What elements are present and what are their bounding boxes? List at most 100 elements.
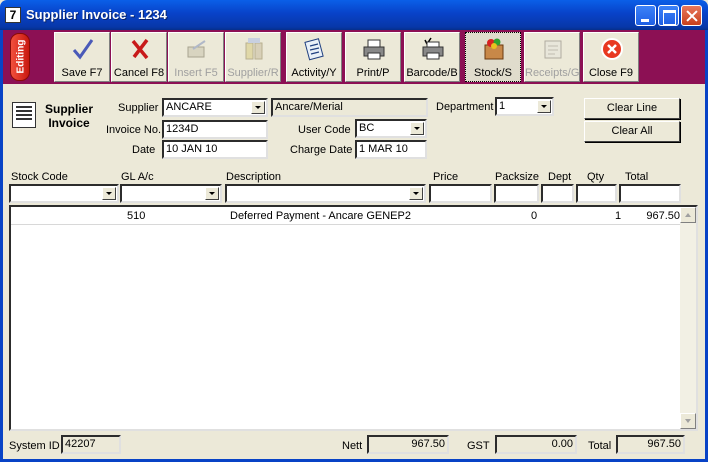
invoice-no-input[interactable]: 1234D [162,120,268,139]
app-icon: 7 [5,7,21,23]
col-stock-code: Stock Code [11,171,68,183]
window-title: Supplier Invoice - 1234 [26,7,167,22]
checkmark-pen-icon [72,39,94,60]
charge-date-value: 1 MAR 10 [359,143,408,155]
scroll-up-icon[interactable] [680,207,696,223]
chevron-down-icon[interactable] [537,100,551,113]
department-label: Department [436,101,494,113]
editing-mode-label: Editing [15,39,27,74]
col-price: Price [433,171,459,183]
supplier-name-value: Ancare/Merial [275,101,343,113]
barcode-button[interactable]: Barcode/B [404,32,460,82]
chevron-down-icon[interactable] [410,122,424,135]
stock-label: Stock/S [474,67,512,79]
user-code-value: BC [359,122,375,134]
receipts-icon [544,40,562,59]
close-circle-icon [601,38,623,60]
user-code-label: User Code [298,124,351,136]
gl-account-entry[interactable] [120,184,222,203]
print-button[interactable]: Print/P [345,32,401,82]
heading-line-2: Invoice [48,116,90,130]
receipts-button[interactable]: Receipts/G [524,32,580,82]
description-entry[interactable] [225,184,426,203]
col-dept: Dept [548,171,572,183]
department-value: 1 [499,100,506,112]
invoice-no-label: Invoice No. [106,124,162,136]
activity-icon [304,38,324,61]
gst-label: GST [467,440,490,452]
date-value: 10 JAN 10 [166,143,218,155]
col-gl-account: GL A/c [121,171,154,183]
charge-date-input[interactable]: 1 MAR 10 [355,140,427,159]
receipts-label: Receipts/G [525,67,580,79]
total-label: Total [588,440,612,452]
supplier-button[interactable]: Supplier/R [225,32,281,82]
supplier-icon [245,38,263,60]
cancel-button[interactable]: Cancel F8 [111,32,167,82]
nett-value: 967.50 [411,438,445,450]
minimize-button[interactable] [635,5,656,26]
system-id-display: 42207 [61,435,121,454]
chevron-down-icon[interactable] [102,187,116,200]
close-form-label: Close F9 [588,67,634,79]
stock-code-entry[interactable] [9,184,119,203]
printer-icon [363,39,385,60]
col-qty: Qty [587,171,605,183]
table-row[interactable]: 510 Deferred Payment - Ancare GENEP2 0 1… [11,209,681,225]
cell-qty: 1 [615,210,622,222]
close-form-button[interactable]: Close F9 [583,32,639,82]
gst-display: 0.00 [495,435,577,454]
scroll-down-icon[interactable] [680,413,696,429]
gst-value: 0.00 [551,438,573,450]
charge-date-label: Charge Date [290,144,353,156]
editing-mode-tab: Editing [10,33,30,81]
stock-icon [484,38,504,60]
total-value: 967.50 [647,438,681,450]
invoice-document-icon [12,102,36,128]
supplier-field-label: Supplier [118,102,159,114]
close-window-button[interactable] [681,5,702,26]
department-select[interactable]: 1 [495,97,554,116]
form-heading: Supplier Invoice [44,102,94,130]
cancel-x-icon [131,38,149,60]
total-entry[interactable] [619,184,681,203]
print-label: Print/P [356,67,390,79]
chevron-down-icon[interactable] [251,101,265,114]
clear-line-button[interactable]: Clear Line [584,98,680,119]
supplier-name-display: Ancare/Merial [271,98,428,117]
nett-label: Nett [342,440,363,452]
clear-all-button[interactable]: Clear All [584,121,680,142]
system-id-label: System ID [9,440,60,452]
insert-icon [187,40,206,58]
stock-button[interactable]: Stock/S [465,32,521,82]
maximize-button[interactable] [658,5,679,26]
title-bar: 7 Supplier Invoice - 1234 [0,0,708,30]
save-button[interactable]: Save F7 [54,32,110,82]
cell-packsize: 0 [531,210,538,222]
date-input[interactable]: 10 JAN 10 [162,140,268,159]
dept-entry[interactable] [541,184,574,203]
col-packsize: Packsize [495,171,540,183]
heading-line-1: Supplier [44,102,93,116]
supplier-value: ANCARE [166,101,212,113]
activity-button[interactable]: Activity/Y [286,32,342,82]
price-entry[interactable] [429,184,492,203]
vertical-scrollbar[interactable] [680,207,696,429]
system-id-value: 42207 [65,438,96,450]
supplier-select[interactable]: ANCARE [162,98,268,117]
user-code-select[interactable]: BC [355,119,427,138]
chevron-down-icon[interactable] [409,187,423,200]
save-label: Save F7 [61,67,103,79]
insert-label: Insert F5 [174,67,218,79]
cell-description: Deferred Payment - Ancare GENEP2 [230,210,411,222]
col-description: Description [226,171,282,183]
nett-display: 967.50 [367,435,449,454]
toolbar: Editing Save F7 Cancel F8 Insert F5 Supp… [3,30,705,84]
cell-total: 967.50 [646,210,680,222]
insert-button[interactable]: Insert F5 [168,32,224,82]
packsize-entry[interactable] [494,184,539,203]
qty-entry[interactable] [576,184,617,203]
chevron-down-icon[interactable] [205,187,219,200]
cancel-label: Cancel F8 [113,67,165,79]
invoice-lines-grid: 510 Deferred Payment - Ancare GENEP2 0 1… [9,205,698,431]
